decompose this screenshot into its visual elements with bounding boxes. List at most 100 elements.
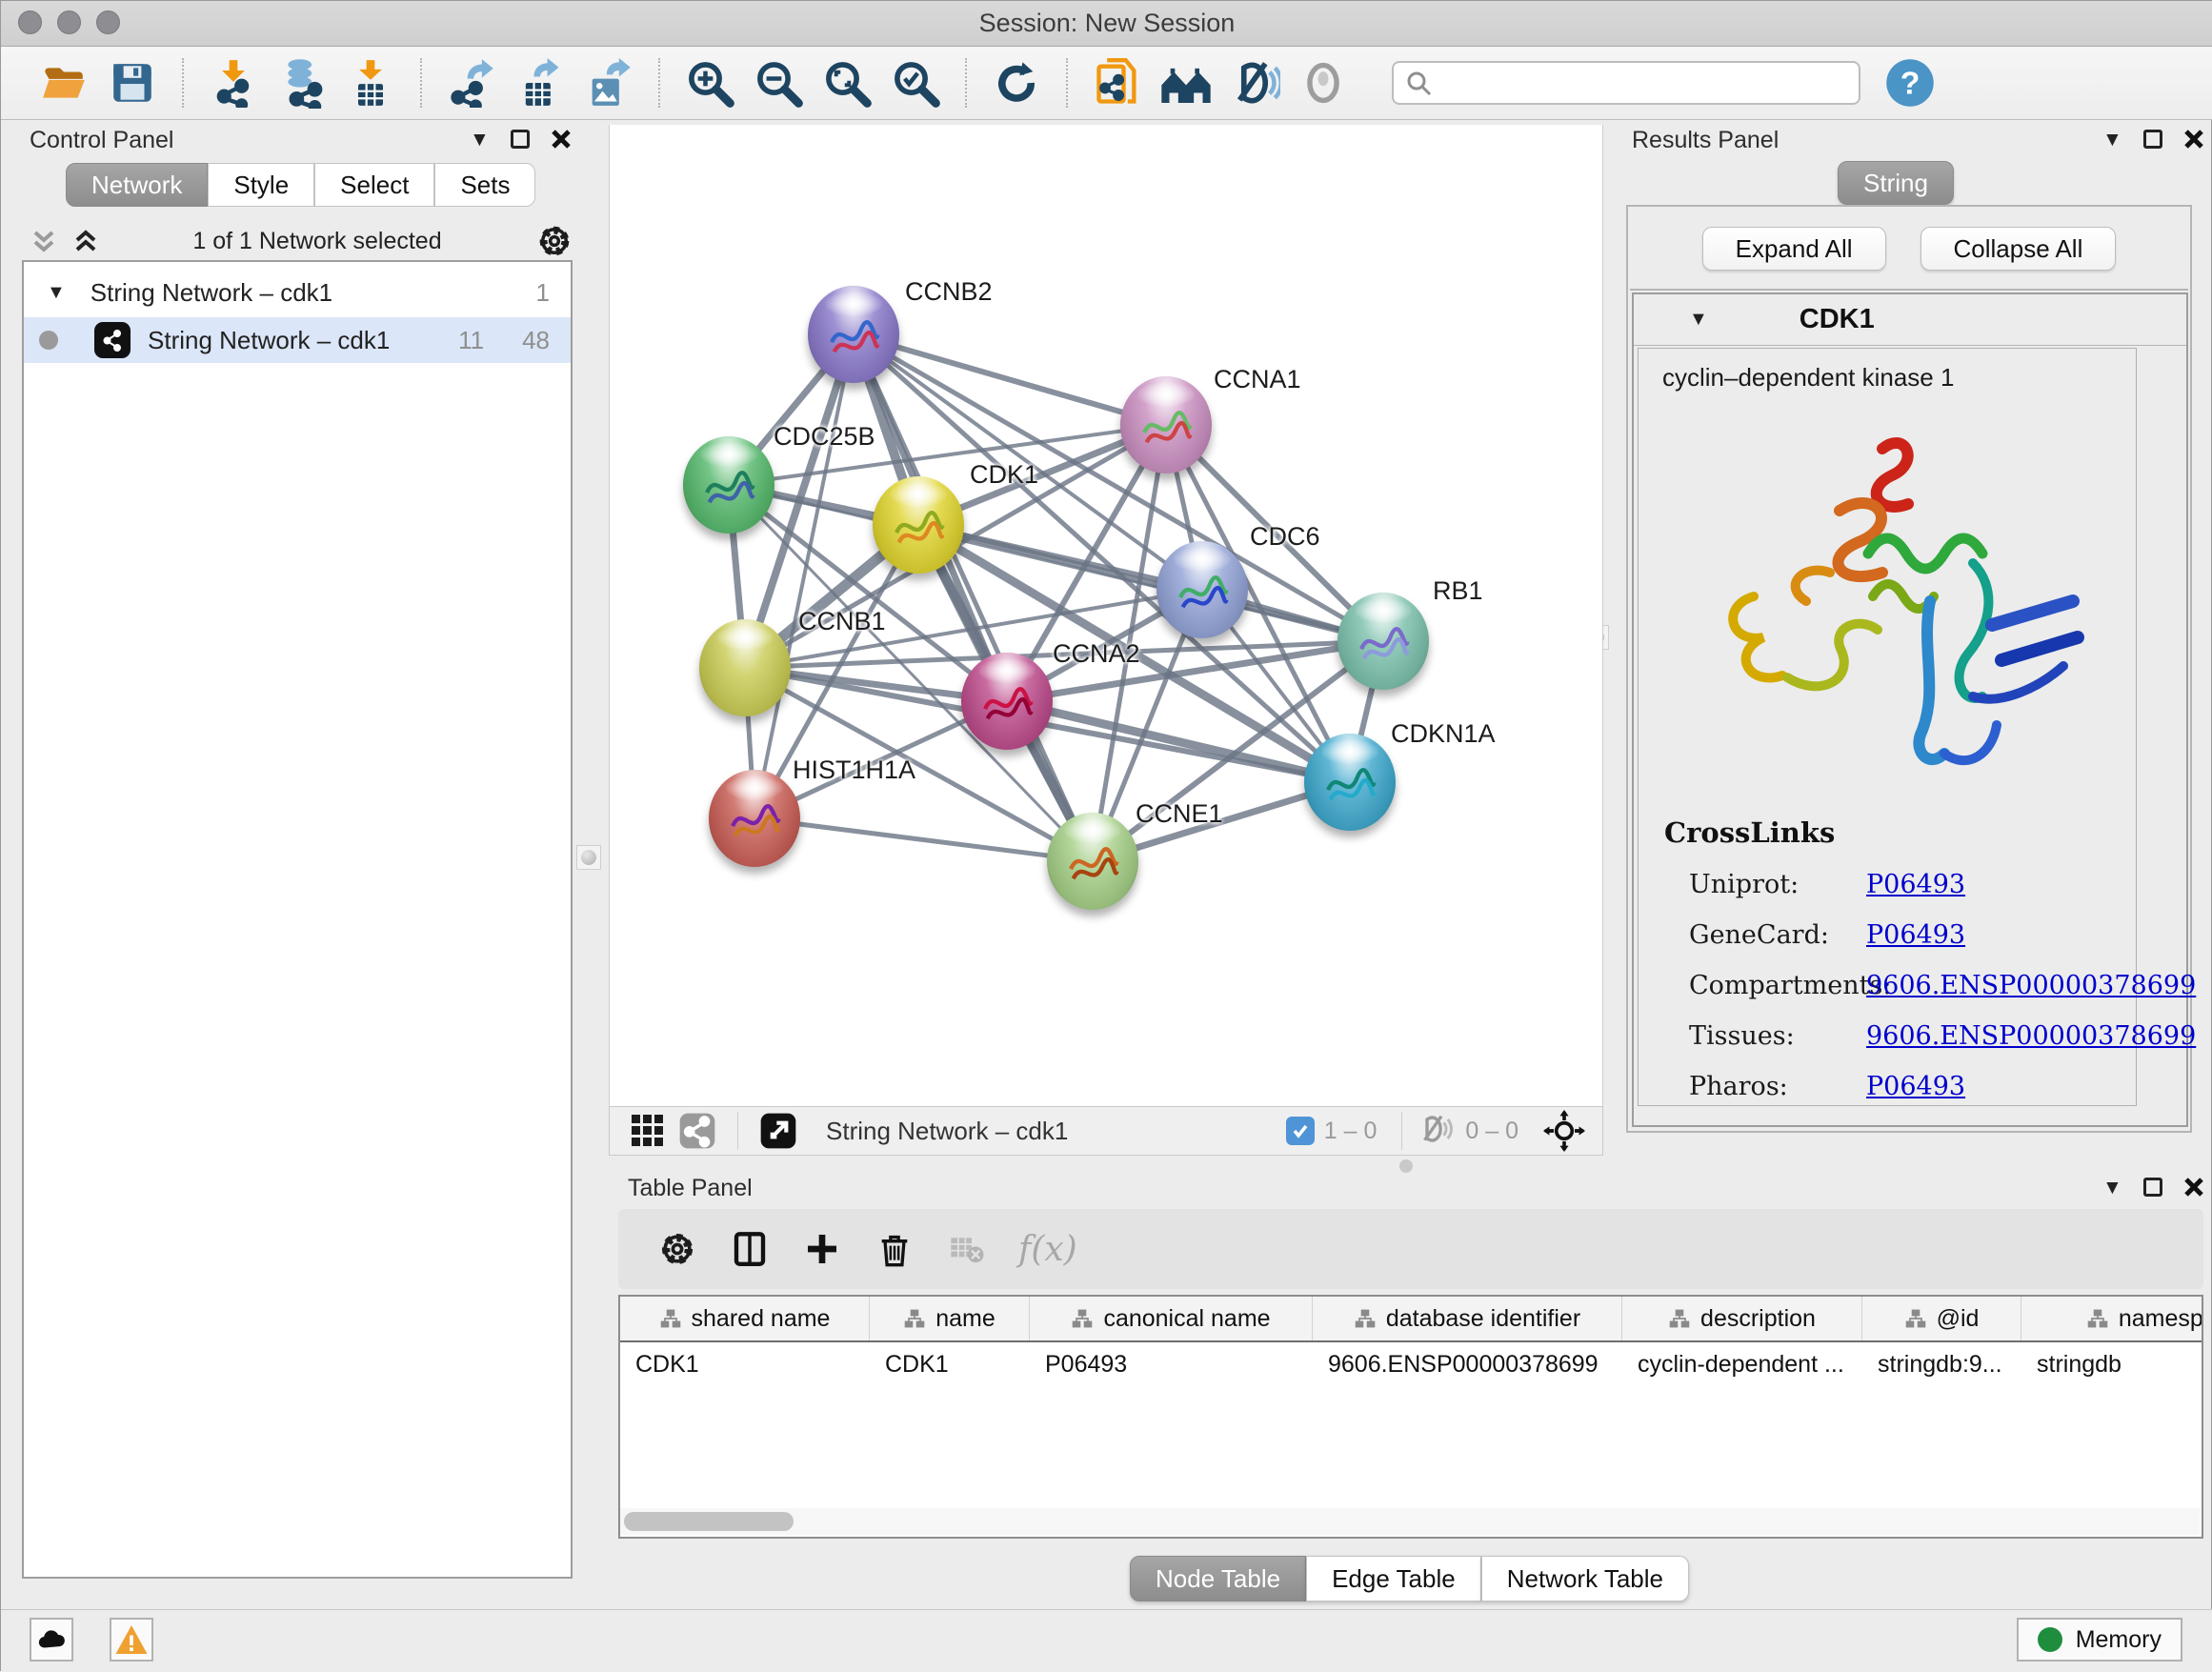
search-input[interactable] xyxy=(1392,61,1860,105)
network-node-cdk1[interactable] xyxy=(873,476,964,574)
home-icon[interactable] xyxy=(1159,56,1213,110)
network-edge[interactable] xyxy=(754,818,1093,861)
network-node-ccna1[interactable] xyxy=(1120,376,1212,473)
window-controls[interactable] xyxy=(18,10,120,34)
network-node-hist1h1a[interactable] xyxy=(709,770,800,867)
table-settings-gear-icon[interactable] xyxy=(651,1222,704,1276)
column-header[interactable]: description xyxy=(1622,1297,1862,1340)
gene-expander-icon[interactable]: ▼ xyxy=(1689,309,1708,331)
eye-icon[interactable] xyxy=(1297,56,1350,110)
tab-network-table[interactable]: Network Table xyxy=(1481,1556,1689,1601)
tab-edge-table[interactable]: Edge Table xyxy=(1306,1556,1481,1601)
tab-string[interactable]: String xyxy=(1838,161,1954,205)
collapse-panel-icon[interactable]: ▼ xyxy=(2102,1178,2122,1198)
network-node-cdc6[interactable] xyxy=(1156,541,1248,638)
tab-node-table[interactable]: Node Table xyxy=(1130,1556,1306,1601)
gene-section-header[interactable]: ▼ CDK1 xyxy=(1634,294,2186,346)
network-row-selected[interactable]: String Network – cdk1 11 48 xyxy=(24,317,571,363)
minimize-window-icon[interactable] xyxy=(57,10,81,34)
left-splitter-handle[interactable] xyxy=(576,845,601,870)
network-node-cdc25b[interactable] xyxy=(683,436,774,534)
grid-view-icon[interactable] xyxy=(627,1110,669,1152)
zoom-fit-icon[interactable] xyxy=(820,56,874,110)
crosslink-link[interactable]: 9606.ENSP00000378699 xyxy=(1866,1021,2196,1051)
export-network-icon[interactable] xyxy=(445,56,498,110)
import-network-database-icon[interactable] xyxy=(275,56,329,110)
expand-all-icon[interactable] xyxy=(71,227,100,255)
network-node-ccne1[interactable] xyxy=(1047,813,1138,910)
close-panel-icon[interactable] xyxy=(2183,129,2204,150)
crosslink-label: Tissues: xyxy=(1689,1021,1866,1051)
memory-label: Memory xyxy=(2076,1626,2162,1654)
zoom-selected-icon[interactable] xyxy=(889,56,942,110)
refresh-icon[interactable] xyxy=(990,56,1043,110)
table-row[interactable]: CDK1CDK1P064939606.ENSP00000378699cyclin… xyxy=(620,1342,2202,1386)
network-node-cdkn1a[interactable] xyxy=(1304,734,1396,831)
network-options-gear-icon[interactable] xyxy=(534,221,574,261)
crosslink-link[interactable]: P06493 xyxy=(1866,870,1965,899)
column-header[interactable]: @id xyxy=(1862,1297,2021,1340)
save-session-icon[interactable] xyxy=(106,56,159,110)
zoom-in-icon[interactable] xyxy=(683,56,736,110)
close-window-icon[interactable] xyxy=(18,10,42,34)
share-file-icon[interactable] xyxy=(1091,56,1144,110)
open-external-icon[interactable] xyxy=(757,1110,799,1152)
collapse-all-button[interactable]: Collapse All xyxy=(1920,227,2117,271)
help-icon[interactable]: ? xyxy=(1883,56,1937,110)
string-tab-icon[interactable] xyxy=(676,1110,718,1152)
network-node-count: 11 xyxy=(458,326,484,355)
hide-panel-icon[interactable] xyxy=(1228,56,1281,110)
zoom-window-icon[interactable] xyxy=(96,10,120,34)
float-panel-icon[interactable] xyxy=(511,130,530,149)
export-image-icon[interactable] xyxy=(582,56,635,110)
float-panel-icon[interactable] xyxy=(2143,130,2162,149)
gene-symbol: CDK1 xyxy=(1800,304,1875,335)
export-table-icon[interactable] xyxy=(513,56,567,110)
collapse-panel-icon[interactable]: ▼ xyxy=(470,130,490,150)
crosslink-link[interactable]: 9606.ENSP00000378699 xyxy=(1866,971,2196,1000)
expand-all-button[interactable]: Expand All xyxy=(1702,227,1886,271)
close-panel-icon[interactable] xyxy=(2183,1177,2204,1198)
open-session-icon[interactable] xyxy=(37,56,90,110)
network-edge[interactable] xyxy=(754,334,854,818)
collapse-all-icon[interactable] xyxy=(30,227,58,255)
import-table-icon[interactable] xyxy=(344,56,397,110)
import-network-icon[interactable] xyxy=(207,56,260,110)
zoom-out-icon[interactable] xyxy=(752,56,805,110)
crosslink-link[interactable]: P06493 xyxy=(1866,920,1965,950)
network-node-rb1[interactable] xyxy=(1337,593,1429,690)
tab-sets[interactable]: Sets xyxy=(434,163,535,207)
selected-nodes-checkbox[interactable] xyxy=(1286,1117,1315,1145)
network-status-dot xyxy=(39,331,58,350)
cloud-button[interactable] xyxy=(30,1618,73,1662)
add-column-icon[interactable] xyxy=(795,1222,849,1276)
column-header[interactable]: canonical name xyxy=(1030,1297,1313,1340)
network-collection-row[interactable]: ▼ String Network – cdk1 1 xyxy=(24,270,571,315)
tab-style[interactable]: Style xyxy=(208,163,314,207)
close-panel-icon[interactable] xyxy=(551,129,572,150)
show-columns-icon[interactable] xyxy=(723,1222,776,1276)
network-node-ccnb2[interactable] xyxy=(808,286,899,383)
birds-eye-crosshair-icon[interactable] xyxy=(1541,1108,1587,1154)
memory-button[interactable]: Memory xyxy=(2017,1618,2182,1662)
column-header[interactable]: database identifier xyxy=(1313,1297,1622,1340)
collapse-panel-icon[interactable]: ▼ xyxy=(2102,130,2122,150)
scrollbar-thumb[interactable] xyxy=(624,1512,794,1531)
column-header[interactable]: name xyxy=(870,1297,1030,1340)
warning-button[interactable] xyxy=(110,1618,153,1662)
network-node-ccna2[interactable] xyxy=(961,653,1053,750)
column-header[interactable]: namespace xyxy=(2021,1297,2203,1340)
crosslink-link[interactable]: P06493 xyxy=(1866,1072,1965,1101)
collection-expander-icon[interactable]: ▼ xyxy=(47,282,66,304)
table-horizontal-scrollbar[interactable] xyxy=(620,1508,2200,1535)
network-canvas[interactable]: CCNB2CCNA1CDC25BCDK1CDC6RB1CCNB1CCNA2CDK… xyxy=(609,125,1603,1106)
delete-column-icon[interactable] xyxy=(868,1222,921,1276)
tab-select[interactable]: Select xyxy=(314,163,434,207)
crosslink-label: Uniprot: xyxy=(1689,870,1866,899)
network-node-ccnb1[interactable] xyxy=(699,619,791,716)
control-panel-tabs: Network Style Select Sets xyxy=(66,163,535,207)
column-header[interactable]: shared name xyxy=(620,1297,870,1340)
horizontal-splitter-handle[interactable] xyxy=(1399,1159,1413,1173)
tab-network[interactable]: Network xyxy=(66,163,208,207)
float-panel-icon[interactable] xyxy=(2143,1178,2162,1197)
